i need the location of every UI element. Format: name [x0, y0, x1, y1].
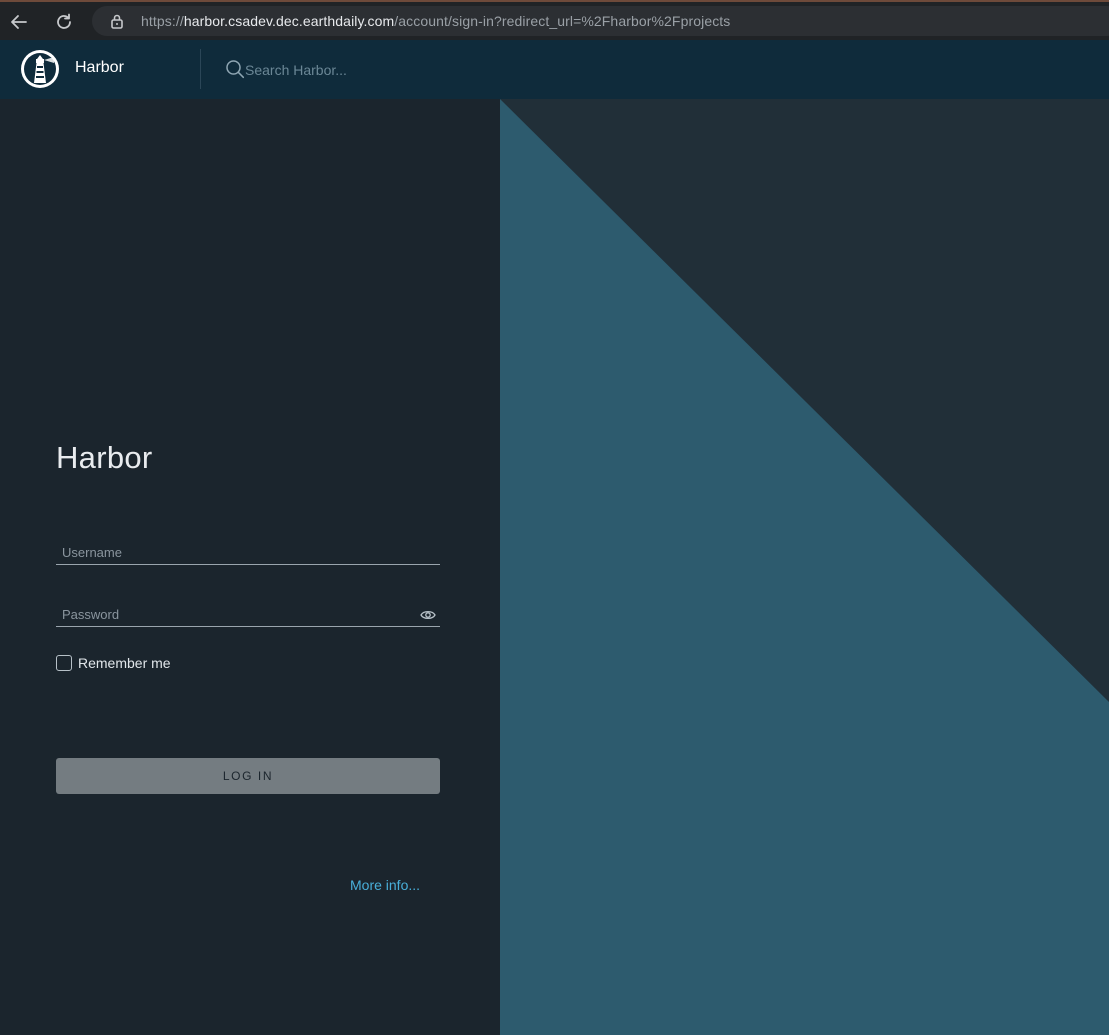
username-input[interactable]: [56, 541, 416, 563]
password-field[interactable]: [56, 603, 440, 627]
username-field[interactable]: [56, 541, 440, 565]
lock-icon[interactable]: [110, 13, 124, 34]
back-icon[interactable]: [6, 9, 32, 35]
url-host: harbor.csadev.dec.earthdaily.com: [183, 13, 395, 29]
hero-triangle-shape: [500, 99, 1109, 1035]
login-title: Harbor: [56, 440, 153, 475]
hero-background: [500, 99, 1109, 1035]
reload-icon[interactable]: [51, 9, 77, 35]
app-header: Harbor: [0, 40, 1109, 99]
remember-me[interactable]: Remember me: [56, 654, 171, 671]
remember-me-label[interactable]: Remember me: [78, 655, 171, 671]
address-bar-url: https://harbor.csadev.dec.earthdaily.com…: [141, 13, 730, 29]
brand-name[interactable]: Harbor: [75, 59, 124, 77]
url-scheme: https://: [141, 13, 184, 29]
address-bar[interactable]: https://harbor.csadev.dec.earthdaily.com…: [92, 6, 1109, 36]
url-path: /account/sign-in?redirect_url=%2Fharbor%…: [394, 13, 731, 29]
search-input[interactable]: [245, 58, 545, 82]
harbor-logo-icon[interactable]: [20, 49, 60, 89]
login-panel: [0, 99, 500, 1035]
search-icon[interactable]: [225, 59, 245, 84]
show-password-eye-icon[interactable]: [420, 608, 436, 626]
more-info-link[interactable]: More info...: [350, 877, 420, 893]
password-input[interactable]: [56, 603, 416, 625]
browser-toolbar: https://harbor.csadev.dec.earthdaily.com…: [0, 0, 1109, 40]
login-button[interactable]: LOG IN: [56, 758, 440, 794]
remember-me-checkbox[interactable]: [56, 654, 72, 671]
header-divider: [200, 49, 201, 89]
